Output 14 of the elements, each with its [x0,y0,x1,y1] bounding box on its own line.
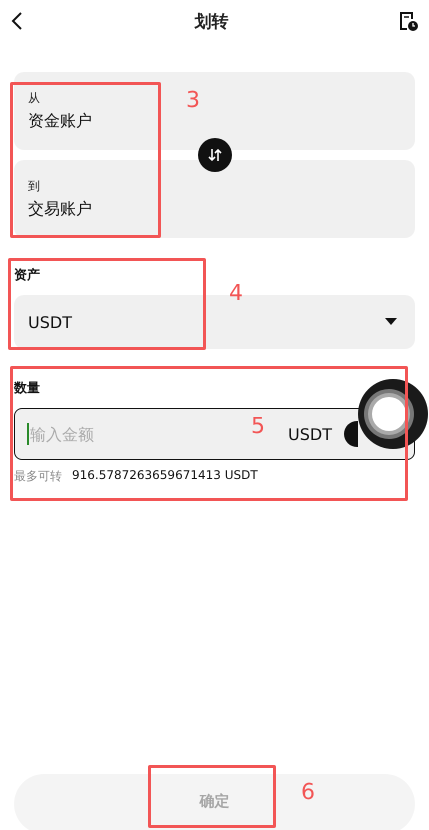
max-label: 最多可转 [14,468,62,485]
field-label: 从 [28,90,40,107]
account-name: 交易账户 [28,199,92,220]
field-label: 到 [28,178,40,195]
max-amount: 916.5787263659671413 USDT [72,468,258,484]
section-label: 资产 [14,266,41,284]
account-name: 资金账户 [28,111,92,132]
unit-label: USDT [288,424,332,444]
page-title: 划转 [194,10,228,32]
section-label: 数量 [14,380,41,397]
annotation-number: 5 [251,414,265,439]
annotation-number: 3 [186,88,200,113]
annotation-number: 6 [301,780,315,805]
asset-value: USDT [28,312,72,332]
